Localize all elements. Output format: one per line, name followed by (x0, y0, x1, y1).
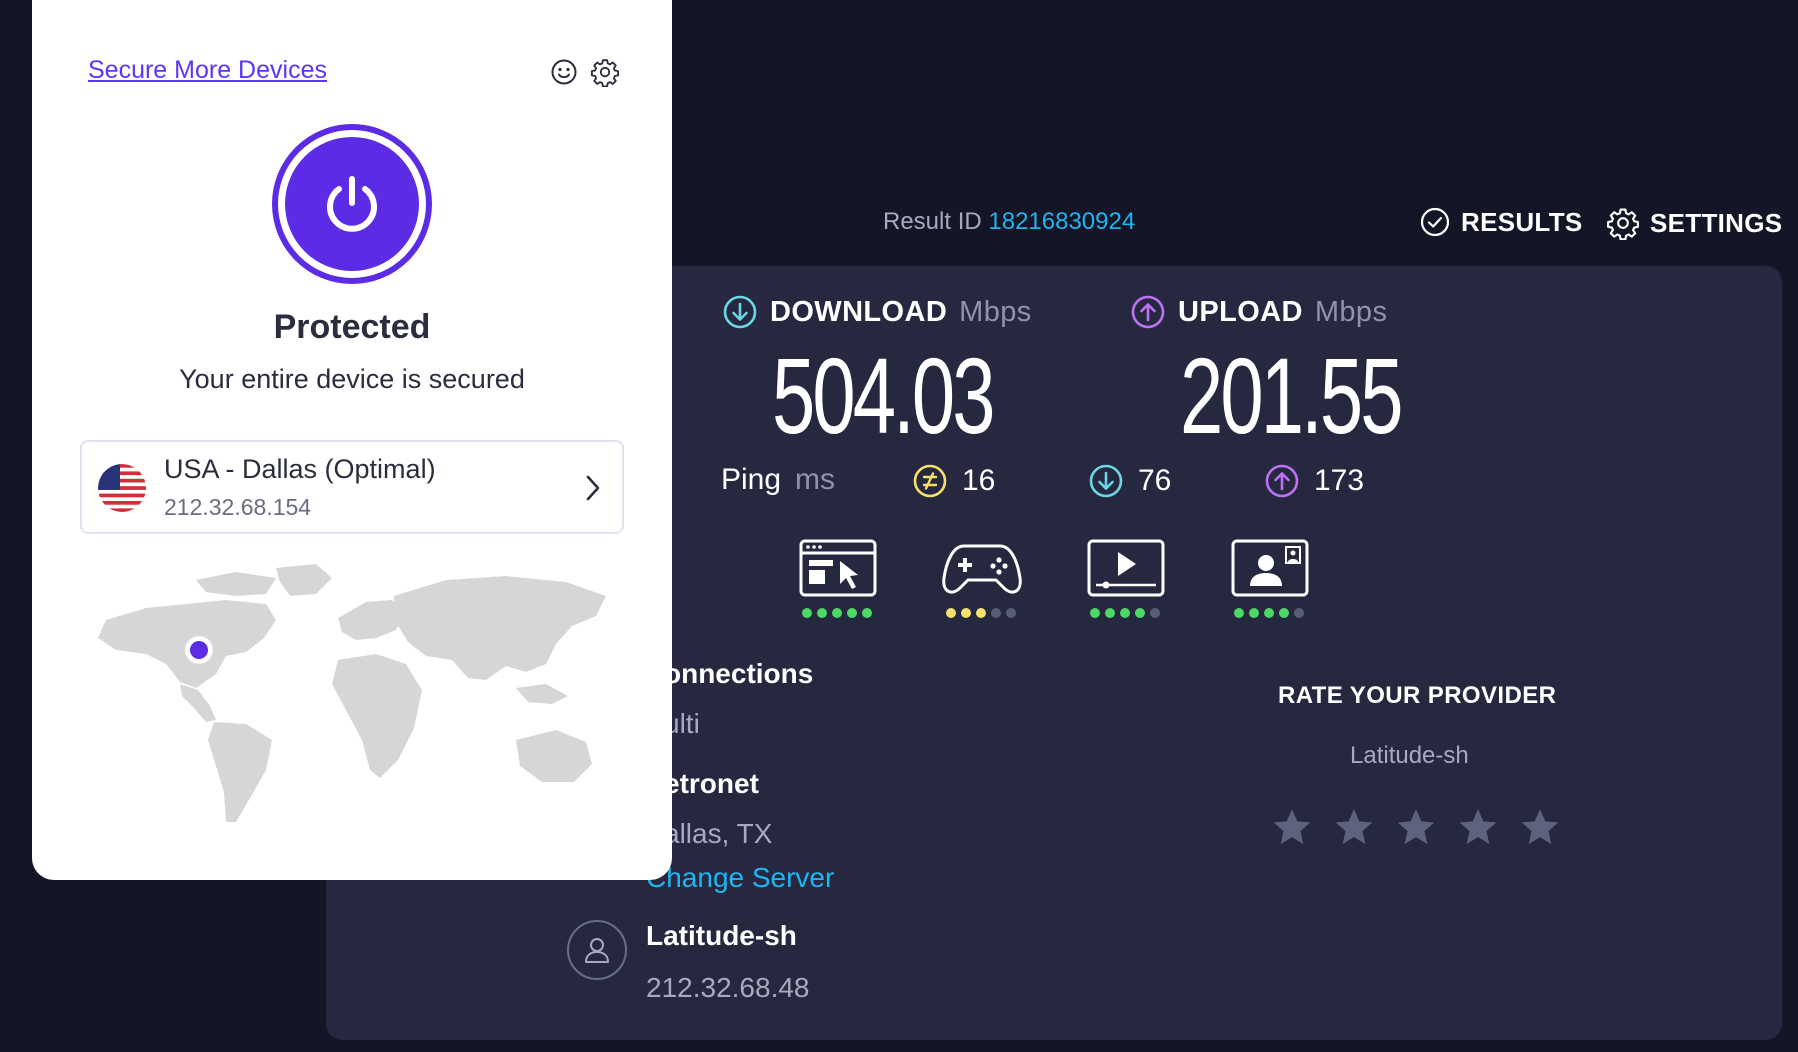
rating-dot (961, 608, 971, 618)
download-unit: Mbps (959, 295, 1032, 328)
result-id-value[interactable]: 18216830924 (988, 208, 1135, 235)
gaming-icon (942, 544, 1022, 594)
rating-dot (976, 608, 986, 618)
web-browsing-icon (799, 539, 877, 597)
vpn-status-description: Your entire device is secured (179, 364, 525, 394)
rating-dot (1294, 608, 1304, 618)
upload-value: 201.55 (1180, 335, 1403, 456)
world-map (98, 564, 606, 822)
usecase-web-browsing[interactable] (798, 538, 878, 618)
upload-metric: UPLOAD Mbps 201.55 (1130, 294, 1403, 450)
ping-upload[interactable]: 173 (1264, 463, 1364, 499)
rating-dot (1150, 608, 1160, 618)
rating-dot (991, 608, 1001, 618)
secure-more-devices-link[interactable]: Secure More Devices (88, 56, 327, 85)
upload-label: UPLOAD (1178, 295, 1303, 328)
rating-dot (1264, 608, 1274, 618)
location-selector[interactable]: USA - Dallas (Optimal) 212.32.68.154 (80, 440, 624, 534)
rate-provider-title: RATE YOUR PROVIDER (1278, 682, 1557, 709)
host-name: Latitude-sh (646, 920, 797, 951)
rating-dot (802, 608, 812, 618)
video-chat-rating (1230, 608, 1310, 618)
rating-dot (1120, 608, 1130, 618)
ping-download[interactable]: 76 (1088, 463, 1171, 499)
rating-dot (1249, 608, 1259, 618)
idle-latency-icon (913, 464, 947, 498)
rating-dot (1234, 608, 1244, 618)
video-chat-icon (1231, 539, 1309, 597)
host-avatar (567, 920, 627, 980)
user-icon (585, 938, 609, 963)
web-browsing-rating (798, 608, 878, 618)
vpn-popup: Secure More Devices Protected Your entir… (32, 0, 672, 880)
star-icon[interactable] (1518, 806, 1562, 850)
download-arrow-icon (723, 295, 757, 329)
location-name: USA - Dallas (Optimal) (164, 454, 436, 484)
smiley-feedback-icon[interactable] (550, 58, 578, 86)
settings-button[interactable]: SETTINGS (1606, 206, 1782, 240)
check-circle-icon (1420, 207, 1450, 237)
gaming-rating (942, 608, 1022, 618)
upload-latency-icon (1265, 464, 1299, 498)
rating-dot (1006, 608, 1016, 618)
rating-dot (817, 608, 827, 618)
download-label: DOWNLOAD (770, 295, 948, 328)
gear-icon[interactable] (590, 57, 620, 87)
chevron-right-icon (586, 475, 600, 501)
settings-label: SETTINGS (1650, 207, 1783, 238)
vpn-status: Protected (273, 308, 431, 346)
change-server-link[interactable]: Change Server (646, 862, 834, 894)
results-label: RESULTS (1461, 206, 1583, 237)
host-ip: 212.32.68.48 (646, 972, 810, 1003)
rating-dot (1105, 608, 1115, 618)
rating-dot (847, 608, 857, 618)
us-flag-icon (98, 464, 146, 512)
upload-unit: Mbps (1314, 295, 1388, 328)
ping-unit: ms (795, 463, 836, 496)
location-ip: 212.32.68.154 (164, 494, 312, 520)
rating-dot (946, 608, 956, 618)
download-value: 504.03 (772, 335, 995, 456)
star-icon[interactable] (1456, 806, 1500, 850)
ping-idle-value: 16 (962, 464, 996, 497)
rating-dot (862, 608, 872, 618)
rate-provider-isp: Latitude-sh (1350, 742, 1469, 769)
upload-arrow-icon (1131, 295, 1165, 329)
download-latency-icon (1089, 464, 1123, 498)
ping-download-value: 76 (1138, 464, 1172, 497)
star-rating (1270, 806, 1562, 850)
ping-idle[interactable]: 16 (912, 463, 995, 499)
gear-icon (1607, 208, 1639, 240)
video-streaming-icon (1087, 539, 1165, 597)
star-icon[interactable] (1332, 806, 1376, 850)
rating-dot (1135, 608, 1145, 618)
result-id-label: Result ID (883, 208, 982, 235)
rating-dot (1090, 608, 1100, 618)
rating-dot (832, 608, 842, 618)
star-icon[interactable] (1394, 806, 1438, 850)
result-id: Result ID 18216830924 (883, 208, 1135, 236)
power-icon (327, 176, 377, 232)
ping-label-group: Ping ms (721, 463, 835, 497)
download-metric: DOWNLOAD Mbps 504.03 (722, 294, 1032, 450)
ping-label: Ping (721, 463, 782, 496)
usecase-gaming[interactable] (942, 538, 1022, 618)
results-button[interactable]: RESULTS (1419, 206, 1583, 238)
star-icon[interactable] (1270, 806, 1314, 850)
video-streaming-rating (1086, 608, 1166, 618)
connections-title: onnections (664, 658, 814, 689)
server-location-marker (190, 641, 208, 659)
server-name: etronet (664, 768, 759, 799)
rating-dot (1279, 608, 1289, 618)
usecase-video-chat[interactable] (1230, 538, 1310, 618)
power-button[interactable] (272, 124, 432, 284)
usecase-video-streaming[interactable] (1086, 538, 1166, 618)
ping-upload-value: 173 (1314, 464, 1365, 497)
server-location: allas, TX (664, 818, 773, 849)
